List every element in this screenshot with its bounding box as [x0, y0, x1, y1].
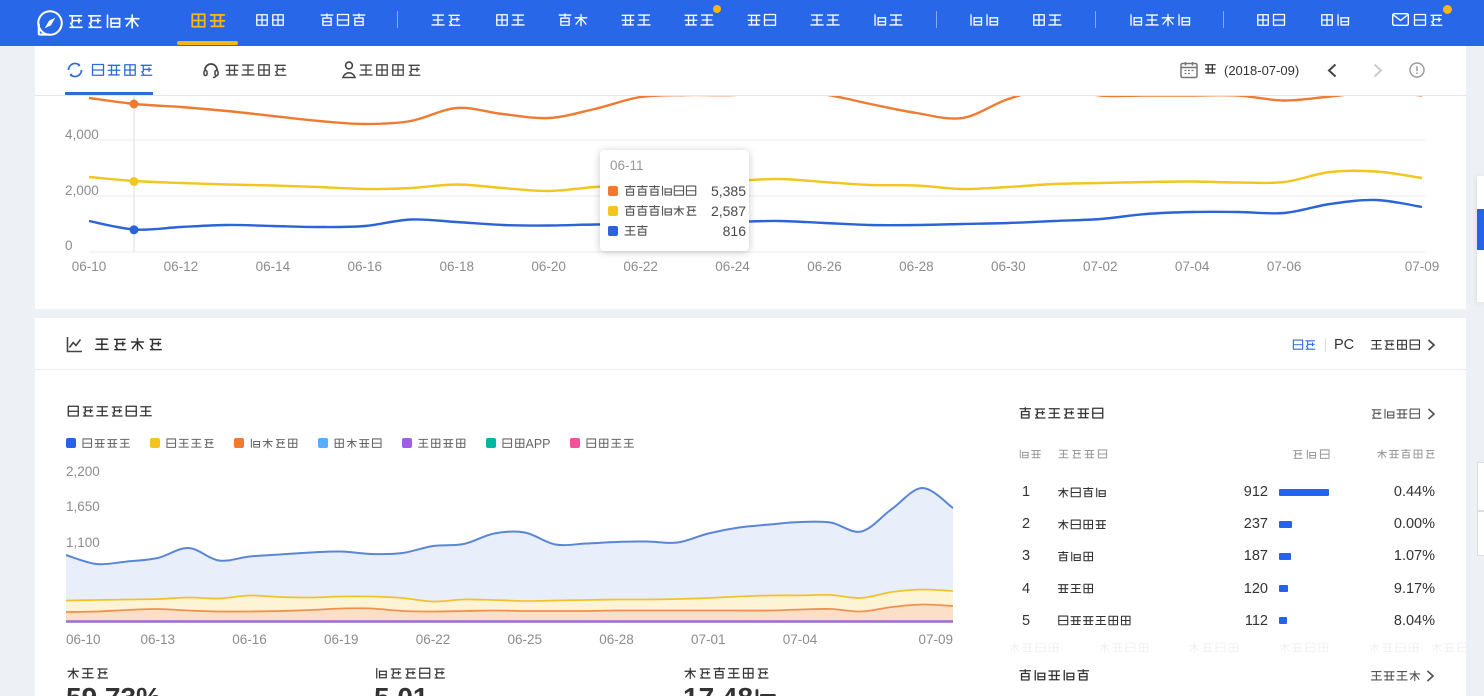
svg-text:2,000: 2,000 — [65, 183, 99, 198]
svg-text:0: 0 — [65, 238, 73, 253]
svg-text:07-06: 07-06 — [1267, 259, 1302, 274]
svg-text:07-04: 07-04 — [1175, 259, 1210, 274]
svg-text:06-30: 06-30 — [991, 259, 1026, 274]
svg-text:06-14: 06-14 — [256, 259, 291, 274]
svg-text:06-22: 06-22 — [623, 259, 658, 274]
svg-text:06-10: 06-10 — [72, 259, 107, 274]
svg-text:07-02: 07-02 — [1083, 259, 1118, 274]
svg-text:06-28: 06-28 — [899, 259, 934, 274]
svg-text:06-24: 06-24 — [715, 259, 750, 274]
svg-text:06-18: 06-18 — [439, 259, 474, 274]
svg-text:06-16: 06-16 — [348, 259, 383, 274]
svg-text:06-12: 06-12 — [164, 259, 199, 274]
svg-text:06-20: 06-20 — [531, 259, 566, 274]
svg-text:06-26: 06-26 — [807, 259, 842, 274]
svg-text:4,000: 4,000 — [65, 127, 99, 142]
svg-text:07-09: 07-09 — [1405, 259, 1440, 274]
